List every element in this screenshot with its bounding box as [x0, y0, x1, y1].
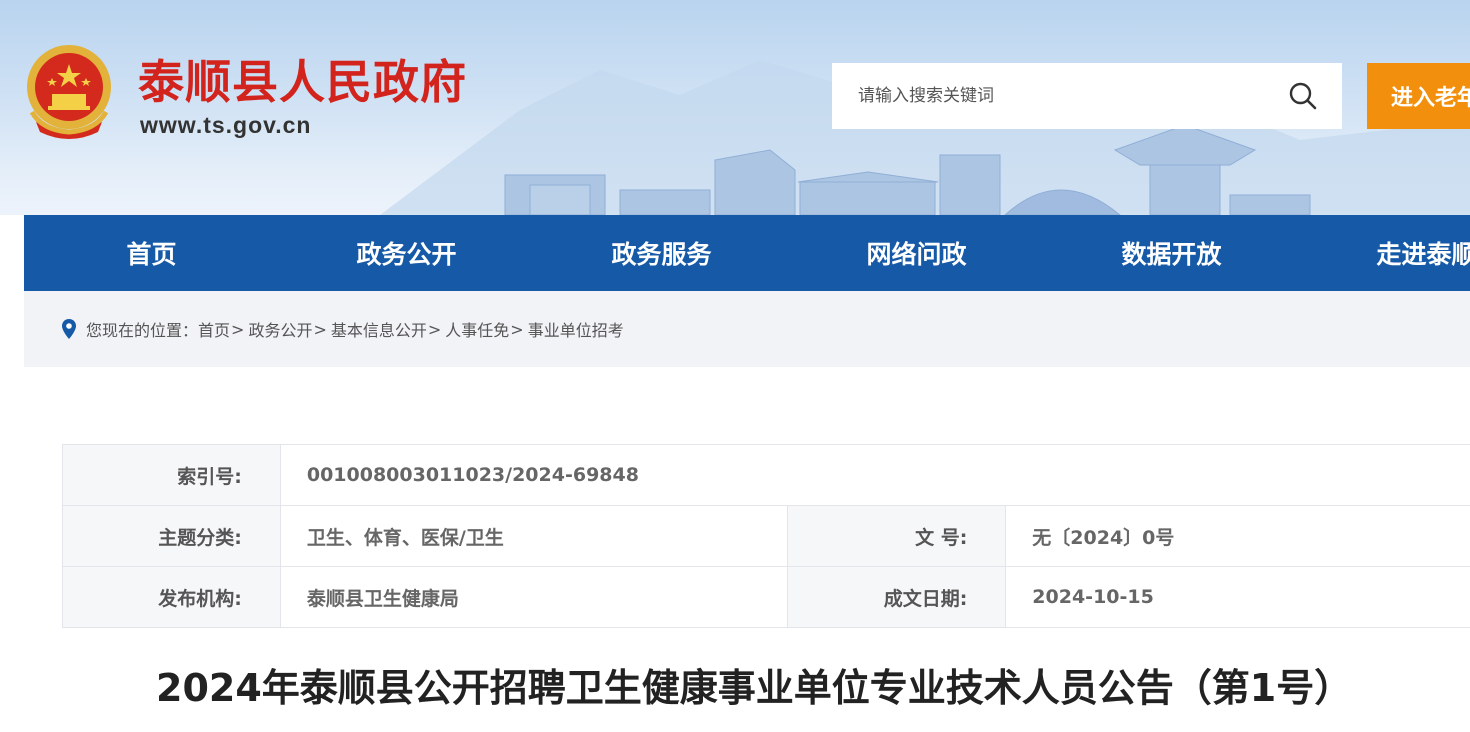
search-input[interactable] [832, 63, 1264, 129]
breadcrumb-item-gov-affairs[interactable]: 政务公开 [248, 317, 312, 341]
document-meta-table: 索引号: 001008003011023/2024-69848 主题分类: 卫生… [62, 444, 1470, 628]
topic-value: 卫生、体育、医保/卫生 [279, 505, 789, 567]
main-nav: 首页 政务公开 政务服务 网络问政 数据开放 走进泰顺 [24, 215, 1470, 291]
nav-item-gov-services[interactable]: 政务服务 [534, 215, 789, 291]
breadcrumb-prefix: 您现在的位置： [86, 321, 199, 340]
docno-value: 无〔2024〕0号 [1005, 505, 1470, 567]
search-button[interactable] [1264, 63, 1342, 129]
org-value: 泰顺县卫生健康局 [279, 566, 789, 628]
search-box [832, 63, 1342, 129]
meta-row-topic: 主题分类: 卫生、体育、医保/卫生 文 号: 无〔2024〕0号 [62, 505, 1470, 567]
breadcrumb-item-home[interactable]: 首页 [198, 317, 230, 341]
breadcrumb-item-personnel[interactable]: 人事任免 [445, 317, 509, 341]
breadcrumb-item-basic-info[interactable]: 基本信息公开 [331, 317, 427, 341]
docno-label: 文 号: [787, 505, 1007, 567]
breadcrumb-separator: > [313, 319, 327, 339]
breadcrumb-separator: > [231, 319, 245, 339]
search-icon [1289, 82, 1317, 110]
article-title-wrap: 2024年泰顺县公开招聘卫生健康事业单位专业技术人员公告（第1号） [24, 660, 1470, 732]
site-url: www.ts.gov.cn [140, 112, 312, 138]
nav-item-about[interactable]: 走进泰顺 [1299, 215, 1470, 291]
index-value: 001008003011023/2024-69848 [279, 444, 1470, 506]
article-title: 2024年泰顺县公开招聘卫生健康事业单位专业技术人员公告（第1号） [156, 666, 1353, 710]
header-banner: 泰顺县人民政府 www.ts.gov.cn 进入老年 [0, 0, 1470, 215]
location-pin-icon [62, 319, 76, 339]
nav-item-gov-affairs[interactable]: 政务公开 [279, 215, 534, 291]
breadcrumb-separator: > [510, 319, 524, 339]
elder-mode-button[interactable]: 进入老年 [1367, 63, 1470, 129]
index-label: 索引号: [62, 444, 281, 506]
national-emblem-icon [27, 45, 111, 139]
site-title[interactable]: 泰顺县人民政府 [138, 52, 467, 112]
nav-item-home[interactable]: 首页 [24, 215, 279, 291]
date-label: 成文日期: [787, 566, 1007, 628]
date-value: 2024-10-15 [1005, 566, 1470, 628]
breadcrumb-separator: > [427, 319, 442, 339]
org-label: 发布机构: [62, 566, 281, 628]
topic-label: 主题分类: [62, 505, 281, 567]
breadcrumb: 您现在的位置： 首页 > 政务公开 > 基本信息公开 > 人事任免 > 事业单位… [24, 291, 1470, 367]
meta-row-index: 索引号: 001008003011023/2024-69848 [62, 444, 1470, 506]
meta-row-org: 发布机构: 泰顺县卫生健康局 成文日期: 2024-10-15 [62, 566, 1470, 628]
breadcrumb-item-recruitment[interactable]: 事业单位招考 [528, 317, 624, 341]
nav-item-open-data[interactable]: 数据开放 [1044, 215, 1299, 291]
nav-item-online-inquiry[interactable]: 网络问政 [789, 215, 1044, 291]
